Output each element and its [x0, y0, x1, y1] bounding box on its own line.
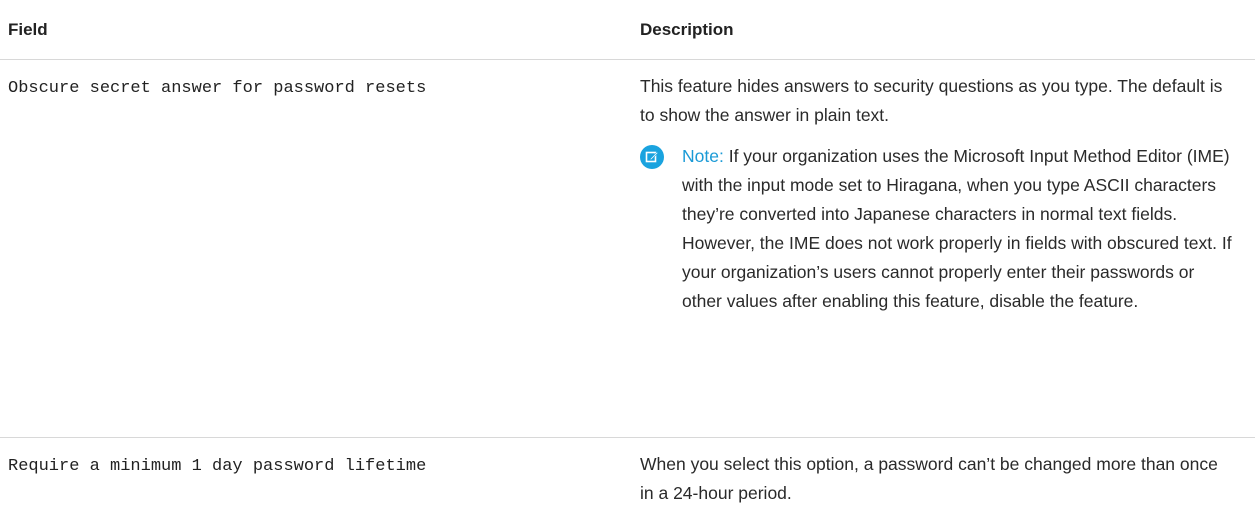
description-text: This feature hides answers to security q… [640, 76, 1223, 125]
field-description: This feature hides answers to security q… [640, 60, 1255, 437]
field-description-table: Field Description Obscure secret answer … [0, 0, 1255, 531]
description-column-header: Description [640, 19, 734, 39]
field-name: Require a minimum 1 day password lifetim… [8, 457, 427, 476]
field-column-header: Field [8, 19, 48, 39]
note-label: Note: [682, 146, 724, 166]
note-text: If your organization uses the Microsoft … [682, 146, 1232, 311]
table-row: Obscure secret answer for password reset… [0, 60, 1255, 438]
description-text: When you select this option, a password … [640, 454, 1218, 503]
field-description: When you select this option, a password … [640, 438, 1255, 531]
table-row: Require a minimum 1 day password lifetim… [0, 438, 1255, 531]
field-name: Obscure secret answer for password reset… [8, 79, 427, 98]
table-header-row: Field Description [0, 0, 1255, 60]
note-callout: Note: If your organization uses the Micr… [640, 142, 1235, 316]
edit-note-icon [640, 145, 664, 169]
